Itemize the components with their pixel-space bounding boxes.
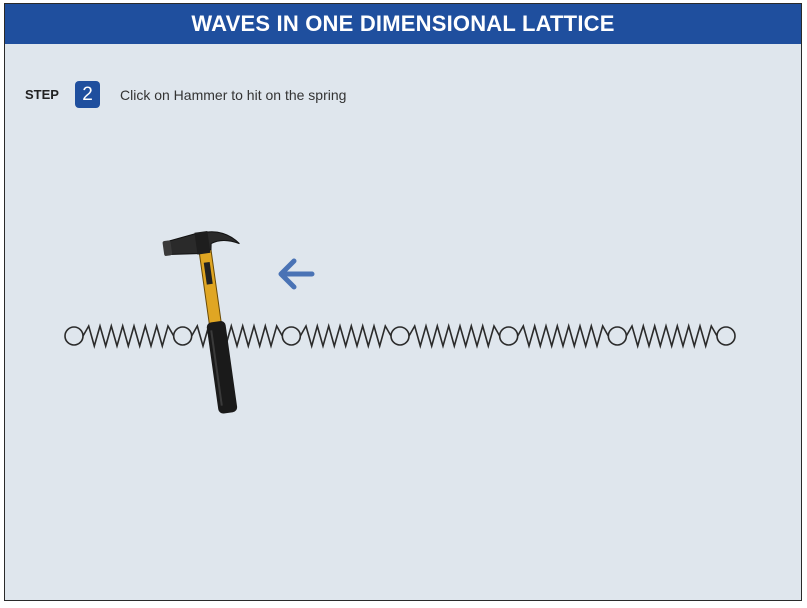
lattice-mass — [607, 326, 628, 346]
lattice-scene — [64, 227, 736, 419]
lattice-mass — [172, 326, 193, 346]
spring-lattice — [64, 323, 736, 349]
lattice-mass — [716, 326, 736, 346]
hammer-icon[interactable] — [162, 227, 263, 419]
lattice-mass — [498, 326, 519, 346]
lattice-mass — [64, 326, 84, 346]
spring-segment — [82, 323, 175, 349]
spring-segment — [625, 323, 718, 349]
spring-segment — [408, 323, 501, 349]
lattice-mass — [390, 326, 410, 346]
spring-segment — [516, 323, 609, 349]
spring-segment — [299, 323, 392, 349]
arrow-left-icon — [278, 258, 315, 290]
spring-segment — [190, 323, 283, 349]
lattice-mass — [281, 326, 302, 346]
